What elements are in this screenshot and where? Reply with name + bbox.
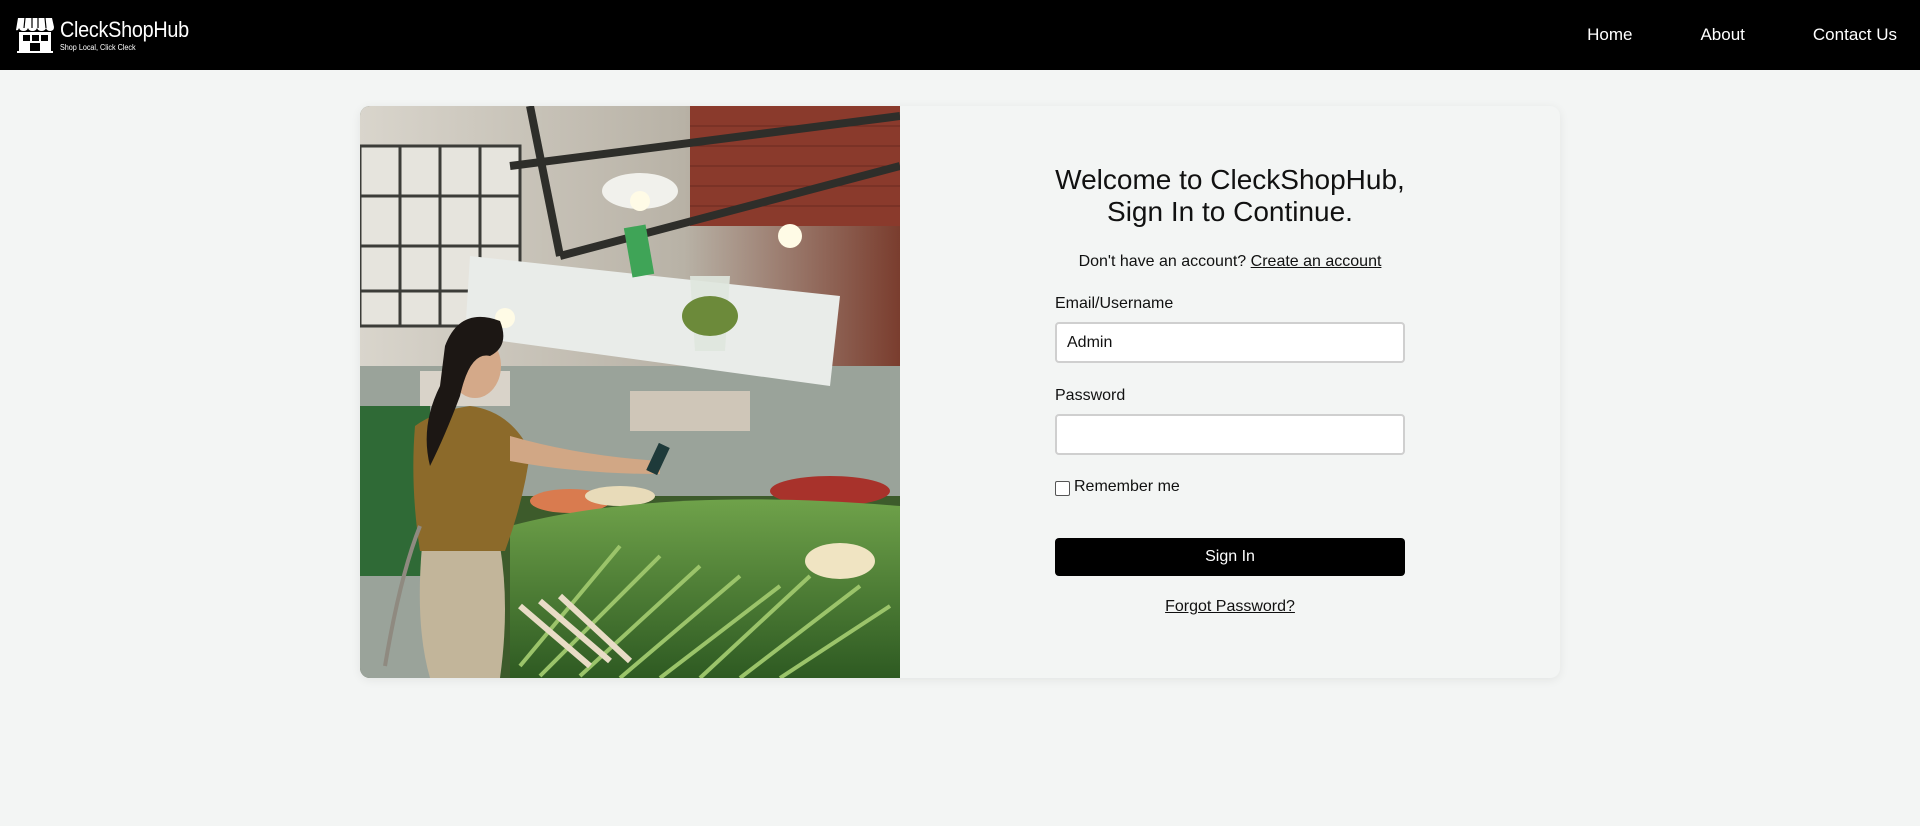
create-account-link[interactable]: Create an account <box>1251 253 1382 270</box>
brand-tagline: Shop Local, Click Cleck <box>60 42 136 52</box>
brand-name: CleckShopHub <box>60 16 189 42</box>
no-account-text: Don't have an account? <box>1078 253 1247 270</box>
welcome-heading-line2: Sign In to Continue. <box>1107 196 1353 227</box>
nav-home-link[interactable]: Home <box>1587 25 1632 45</box>
nav-links: Home About Contact Us <box>1587 25 1897 45</box>
password-label: Password <box>1055 387 1126 404</box>
email-label: Email/Username <box>1055 295 1174 312</box>
welcome-heading: Welcome to CleckShopHub, Sign In to Cont… <box>1055 164 1405 228</box>
market-photo-illustration <box>360 106 900 678</box>
password-field[interactable] <box>1055 414 1405 455</box>
market-shopper-photo <box>360 106 900 678</box>
storefront-icon <box>16 17 54 53</box>
sign-in-button[interactable]: Sign In <box>1055 538 1405 576</box>
email-field[interactable] <box>1055 322 1405 363</box>
remember-me: Remember me <box>1055 478 1180 496</box>
welcome-heading-line1: Welcome to CleckShopHub, <box>1055 164 1405 195</box>
forgot-password-link[interactable]: Forgot Password? <box>1165 598 1295 615</box>
nav-contact-link[interactable]: Contact Us <box>1745 25 1897 45</box>
top-navbar: CleckShopHub Shop Local, Click Cleck Hom… <box>0 0 1920 70</box>
brand[interactable]: CleckShopHub Shop Local, Click Cleck <box>15 16 203 54</box>
forgot-password: Forgot Password? <box>1055 598 1405 616</box>
remember-me-label: Remember me <box>1074 478 1180 495</box>
remember-me-checkbox[interactable] <box>1055 480 1070 496</box>
signup-prompt: Don't have an account? Create an account <box>1020 253 1440 271</box>
nav-about-link[interactable]: About <box>1632 25 1744 45</box>
